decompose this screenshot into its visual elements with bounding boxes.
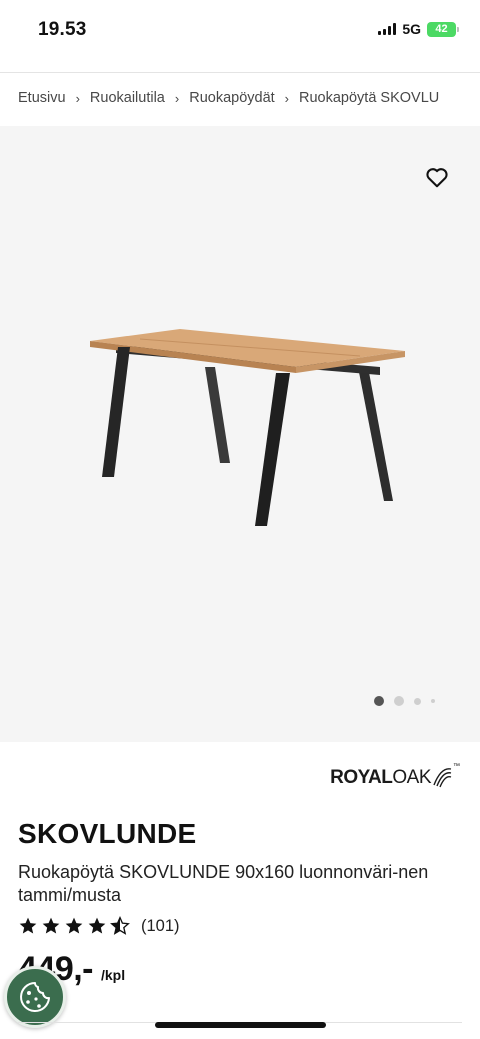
product-rating[interactable]: (101) bbox=[18, 916, 180, 936]
breadcrumb-dining[interactable]: Ruokailutila bbox=[90, 90, 165, 106]
status-bar: 19.53 5G 42 bbox=[0, 0, 480, 62]
gallery-pagination bbox=[374, 696, 435, 706]
product-description: Ruokapöytä SKOVLUNDE 90x160 luonnonväri-… bbox=[18, 862, 429, 905]
status-time: 19.53 bbox=[38, 19, 87, 40]
favorite-button[interactable] bbox=[424, 164, 450, 190]
brand-name-royal: ROYAL bbox=[330, 767, 393, 788]
header-divider bbox=[0, 72, 480, 73]
star-filled-icon bbox=[42, 917, 60, 934]
cookie-icon bbox=[20, 982, 50, 1012]
star-half-icon bbox=[110, 916, 130, 935]
brand-swirl-icon bbox=[433, 768, 452, 788]
chevron-right-icon: › bbox=[284, 90, 290, 106]
trademark-mark: ™ bbox=[453, 763, 460, 770]
breadcrumb-current: Ruokapöytä SKOVLU bbox=[299, 90, 440, 106]
breadcrumb: Etusivu › Ruokailutila › Ruokapöydät › R… bbox=[18, 90, 439, 106]
brand-name-oak: OAK bbox=[392, 767, 431, 788]
heart-outline-icon bbox=[426, 168, 448, 188]
gallery-dot[interactable] bbox=[374, 696, 384, 706]
battery-icon: 42 bbox=[427, 21, 459, 37]
status-indicators: 5G 42 bbox=[378, 21, 459, 37]
brand-logo[interactable]: ROYAL OAK ™ bbox=[330, 763, 460, 793]
star-filled-icon bbox=[19, 917, 37, 934]
home-indicator[interactable] bbox=[155, 1022, 326, 1028]
network-type: 5G bbox=[402, 21, 421, 37]
product-image bbox=[90, 329, 405, 526]
product-image-gallery[interactable] bbox=[0, 126, 480, 742]
gallery-dot[interactable] bbox=[414, 697, 421, 705]
gallery-dot[interactable] bbox=[394, 696, 404, 706]
price-unit: /kpl bbox=[101, 967, 126, 983]
signal-icon bbox=[378, 23, 397, 35]
cookie-settings-button[interactable] bbox=[4, 966, 66, 1028]
chevron-right-icon: › bbox=[174, 90, 180, 106]
rating-count: (101) bbox=[141, 916, 180, 935]
product-name: SKOVLUNDE bbox=[18, 818, 197, 849]
gallery-dot[interactable] bbox=[431, 699, 435, 703]
star-filled-icon bbox=[65, 917, 83, 934]
breadcrumb-home[interactable]: Etusivu bbox=[18, 90, 66, 106]
star-filled-icon bbox=[88, 917, 106, 934]
breadcrumb-dining-tables[interactable]: Ruokapöydät bbox=[189, 90, 274, 106]
chevron-right-icon: › bbox=[75, 90, 80, 106]
